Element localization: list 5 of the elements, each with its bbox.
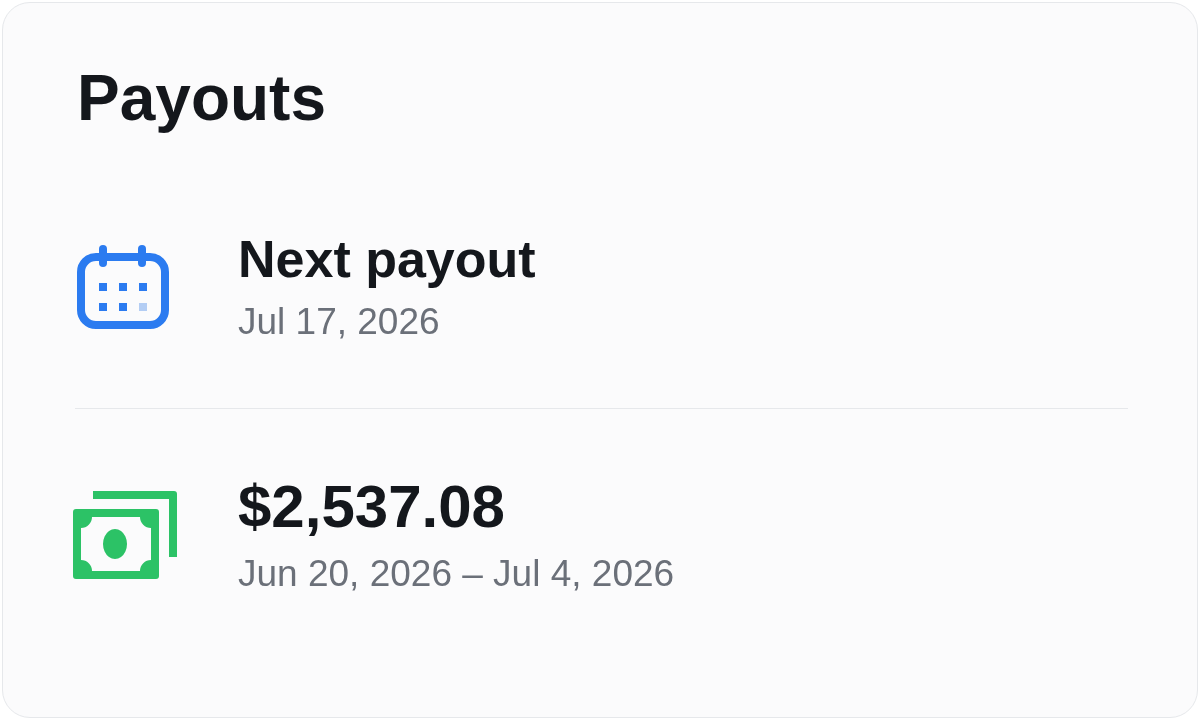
calendar-icon — [77, 244, 169, 329]
date-range: Jun 20, 2026 – Jul 4, 2026 — [238, 555, 675, 592]
payout-date: Jul 17, 2026 — [238, 303, 440, 340]
banknotes-icon — [73, 490, 177, 579]
payout-amount: $2,537.08 — [238, 477, 505, 537]
